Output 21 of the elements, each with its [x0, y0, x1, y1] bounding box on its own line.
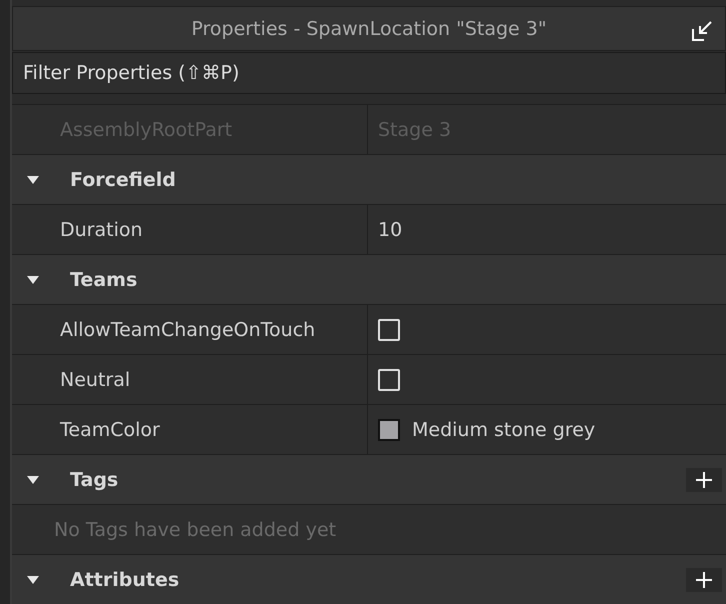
caret-icon[interactable]: [26, 574, 40, 584]
section-title[interactable]: Forcefield: [70, 168, 176, 190]
undock-icon[interactable]: [691, 20, 713, 42]
caret-icon[interactable]: [26, 174, 40, 184]
plus-icon: [695, 570, 713, 588]
empty-message: No Tags have been added yet: [53, 518, 336, 540]
property-value[interactable]: Medium stone grey: [412, 418, 596, 440]
filter-field[interactable]: Filter Properties (⇧⌘P): [12, 52, 726, 94]
property-value[interactable]: 10: [378, 218, 402, 240]
plus-icon: [695, 470, 713, 488]
caret-icon[interactable]: [26, 274, 40, 284]
section-title[interactable]: Attributes: [70, 568, 180, 590]
color-swatch[interactable]: [378, 418, 400, 440]
checkbox[interactable]: [378, 368, 400, 390]
add-button[interactable]: [686, 468, 722, 492]
section-title[interactable]: Teams: [70, 268, 138, 290]
caret-icon[interactable]: [26, 474, 40, 484]
checkbox[interactable]: [378, 318, 400, 340]
add-button[interactable]: [686, 568, 722, 592]
section-title[interactable]: Tags: [70, 468, 118, 490]
window-title: Properties - SpawnLocation "Stage 3": [191, 18, 547, 40]
